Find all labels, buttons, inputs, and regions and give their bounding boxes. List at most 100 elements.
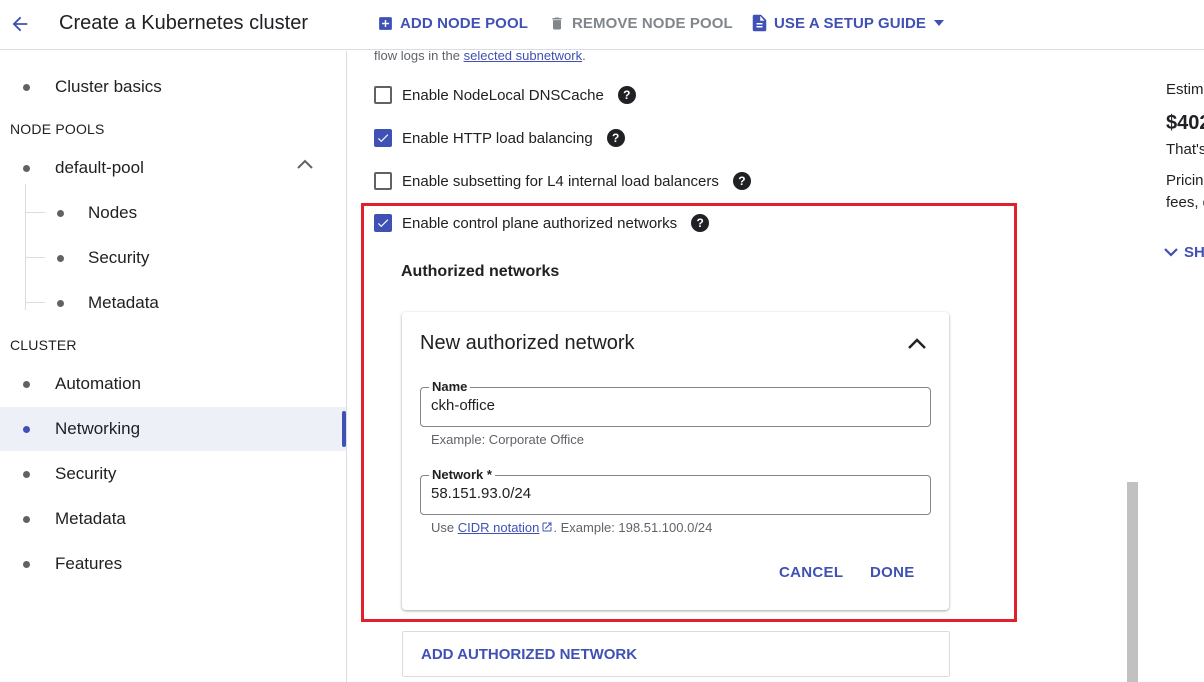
http-lb-row: Enable HTTP load balancing ? [374,126,625,150]
sidebar-item-label: Metadata [55,509,126,528]
authorized-networks-checkbox[interactable] [374,214,392,232]
estimated-price: $402 [1166,112,1204,134]
help-circle-icon[interactable]: ? [732,172,751,190]
help-circle-icon[interactable]: ? [606,129,625,147]
flow-logs-suffix: . [582,51,586,63]
sidebar-item-label: Security [55,464,117,483]
back-arrow-icon[interactable] [6,10,34,38]
nodelocal-dns-checkbox[interactable] [374,86,392,104]
sidebar-item-pool-security[interactable]: Security [0,236,346,280]
selected-subnetwork-link[interactable]: selected subnetwork [464,51,583,63]
bullet-icon [57,299,64,307]
bullet-icon [23,380,30,388]
sidebar-item-pool-metadata[interactable]: Metadata [0,281,346,325]
flow-logs-text: flow logs in the selected subnetwork. [374,51,586,63]
network-field: Network * [420,467,931,515]
add-node-pool-label: ADD NODE POOL [400,14,528,32]
checkbox-label: Enable NodeLocal DNSCache [402,86,604,104]
bullet-icon [23,560,30,568]
new-network-card: New authorized network Name Example: Cor… [402,312,949,610]
chevron-up-icon[interactable] [904,333,930,355]
sidebar-item-features[interactable]: Features [0,542,346,586]
sidebar-item-label: Cluster basics [55,77,162,96]
network-hint: Use CIDR notation . Example: 198.51.100.0… [431,520,712,536]
sidebar-item-label: Security [88,248,150,267]
network-input[interactable] [431,485,911,502]
chevron-down-icon [1164,248,1178,257]
chevron-up-icon[interactable] [296,158,314,170]
network-field-label: Network * [429,467,495,482]
bullet-icon [57,209,64,217]
name-hint: Example: Corporate Office [431,432,584,447]
app-header: Create a Kubernetes cluster ADD NODE POO… [0,0,1204,50]
nodelocal-dns-row: Enable NodeLocal DNSCache ? [374,83,636,107]
sidebar-item-metadata[interactable]: Metadata [0,497,346,541]
flow-logs-prefix: flow logs in the [374,51,464,63]
bullet-icon [57,254,64,262]
sidebar-nav: Cluster basics NODE POOLS default-pool N… [0,51,347,682]
open-in-new-icon [541,521,553,536]
checkbox-label: Enable HTTP load balancing [402,129,593,147]
l4-subsetting-checkbox[interactable] [374,172,392,190]
scrollbar-thumb[interactable] [1127,482,1138,682]
name-input[interactable] [431,397,911,414]
http-lb-checkbox[interactable] [374,129,392,147]
l4-subsetting-row: Enable subsetting for L4 internal load b… [374,169,751,193]
sidebar-item-cluster-basics[interactable]: Cluster basics [0,65,346,109]
setup-guide-button[interactable]: USE A SETUP GUIDE [750,11,945,35]
add-authorized-network-button[interactable]: ADD AUTHORIZED NETWORK [402,631,950,677]
hint-prefix: Use [431,520,458,535]
authorized-networks-row: Enable control plane authorized networks… [374,211,710,235]
sidebar-item-label: Features [55,554,123,573]
active-indicator [342,411,346,447]
sidebar-item-label: Networking [55,419,141,438]
sidebar-item-default-pool[interactable]: default-pool [0,146,346,190]
page-title: Create a Kubernetes cluster [59,12,309,34]
bullet-icon [23,470,30,478]
card-title: New authorized network [420,332,635,354]
section-cluster: CLUSTER [10,337,77,353]
help-circle-icon[interactable]: ? [691,214,710,232]
setup-guide-label: USE A SETUP GUIDE [774,14,927,32]
add-box-icon [376,14,394,32]
cidr-notation-link[interactable]: CIDR notation [458,520,540,535]
sidebar-item-label: Metadata [88,293,159,312]
authorized-networks-title: Authorized networks [401,263,560,280]
sidebar-item-networking[interactable]: Networking [0,407,346,451]
remove-node-pool-button[interactable]: REMOVE NODE POOL [548,11,733,35]
main-content: flow logs in the selected subnetwork. En… [347,51,1127,682]
name-field-label: Name [429,379,471,394]
caret-down-icon [934,20,945,26]
sidebar-item-label: Nodes [88,203,138,222]
bullet-icon [23,164,30,172]
done-button[interactable]: DONE [870,564,915,581]
bullet-icon [23,425,30,433]
hint-suffix: . Example: 198.51.100.0/24 [553,520,713,535]
sidebar-item-label: default-pool [55,158,144,177]
cost-estimate-panel: Estim $402 That's Pricin fees, d SH [1160,51,1204,682]
document-icon [750,14,768,32]
remove-node-pool-label: REMOVE NODE POOL [572,14,733,32]
checkbox-label: Enable subsetting for L4 internal load b… [402,172,719,190]
pricing-note: Pricin [1166,172,1204,189]
name-field: Name [420,379,931,427]
check-icon [377,134,389,143]
help-circle-icon[interactable]: ? [617,86,636,104]
price-description: That's [1166,141,1204,158]
trash-icon [548,14,566,32]
sidebar-item-pool-nodes[interactable]: Nodes [0,191,346,235]
section-node-pools: NODE POOLS [10,121,105,137]
estimate-label: Estim [1166,81,1204,98]
cancel-button[interactable]: CANCEL [779,564,843,581]
check-icon [377,219,389,228]
sidebar-item-label: Automation [55,374,141,393]
add-node-pool-button[interactable]: ADD NODE POOL [376,11,528,35]
checkbox-label: Enable control plane authorized networks [402,214,678,232]
bullet-icon [23,83,30,91]
sidebar-item-security[interactable]: Security [0,452,346,496]
show-details-button[interactable]: SH [1164,244,1204,261]
bullet-icon [23,515,30,523]
sidebar-item-automation[interactable]: Automation [0,362,346,406]
fees-note: fees, d [1166,194,1204,211]
show-details-label: SH [1184,244,1204,261]
